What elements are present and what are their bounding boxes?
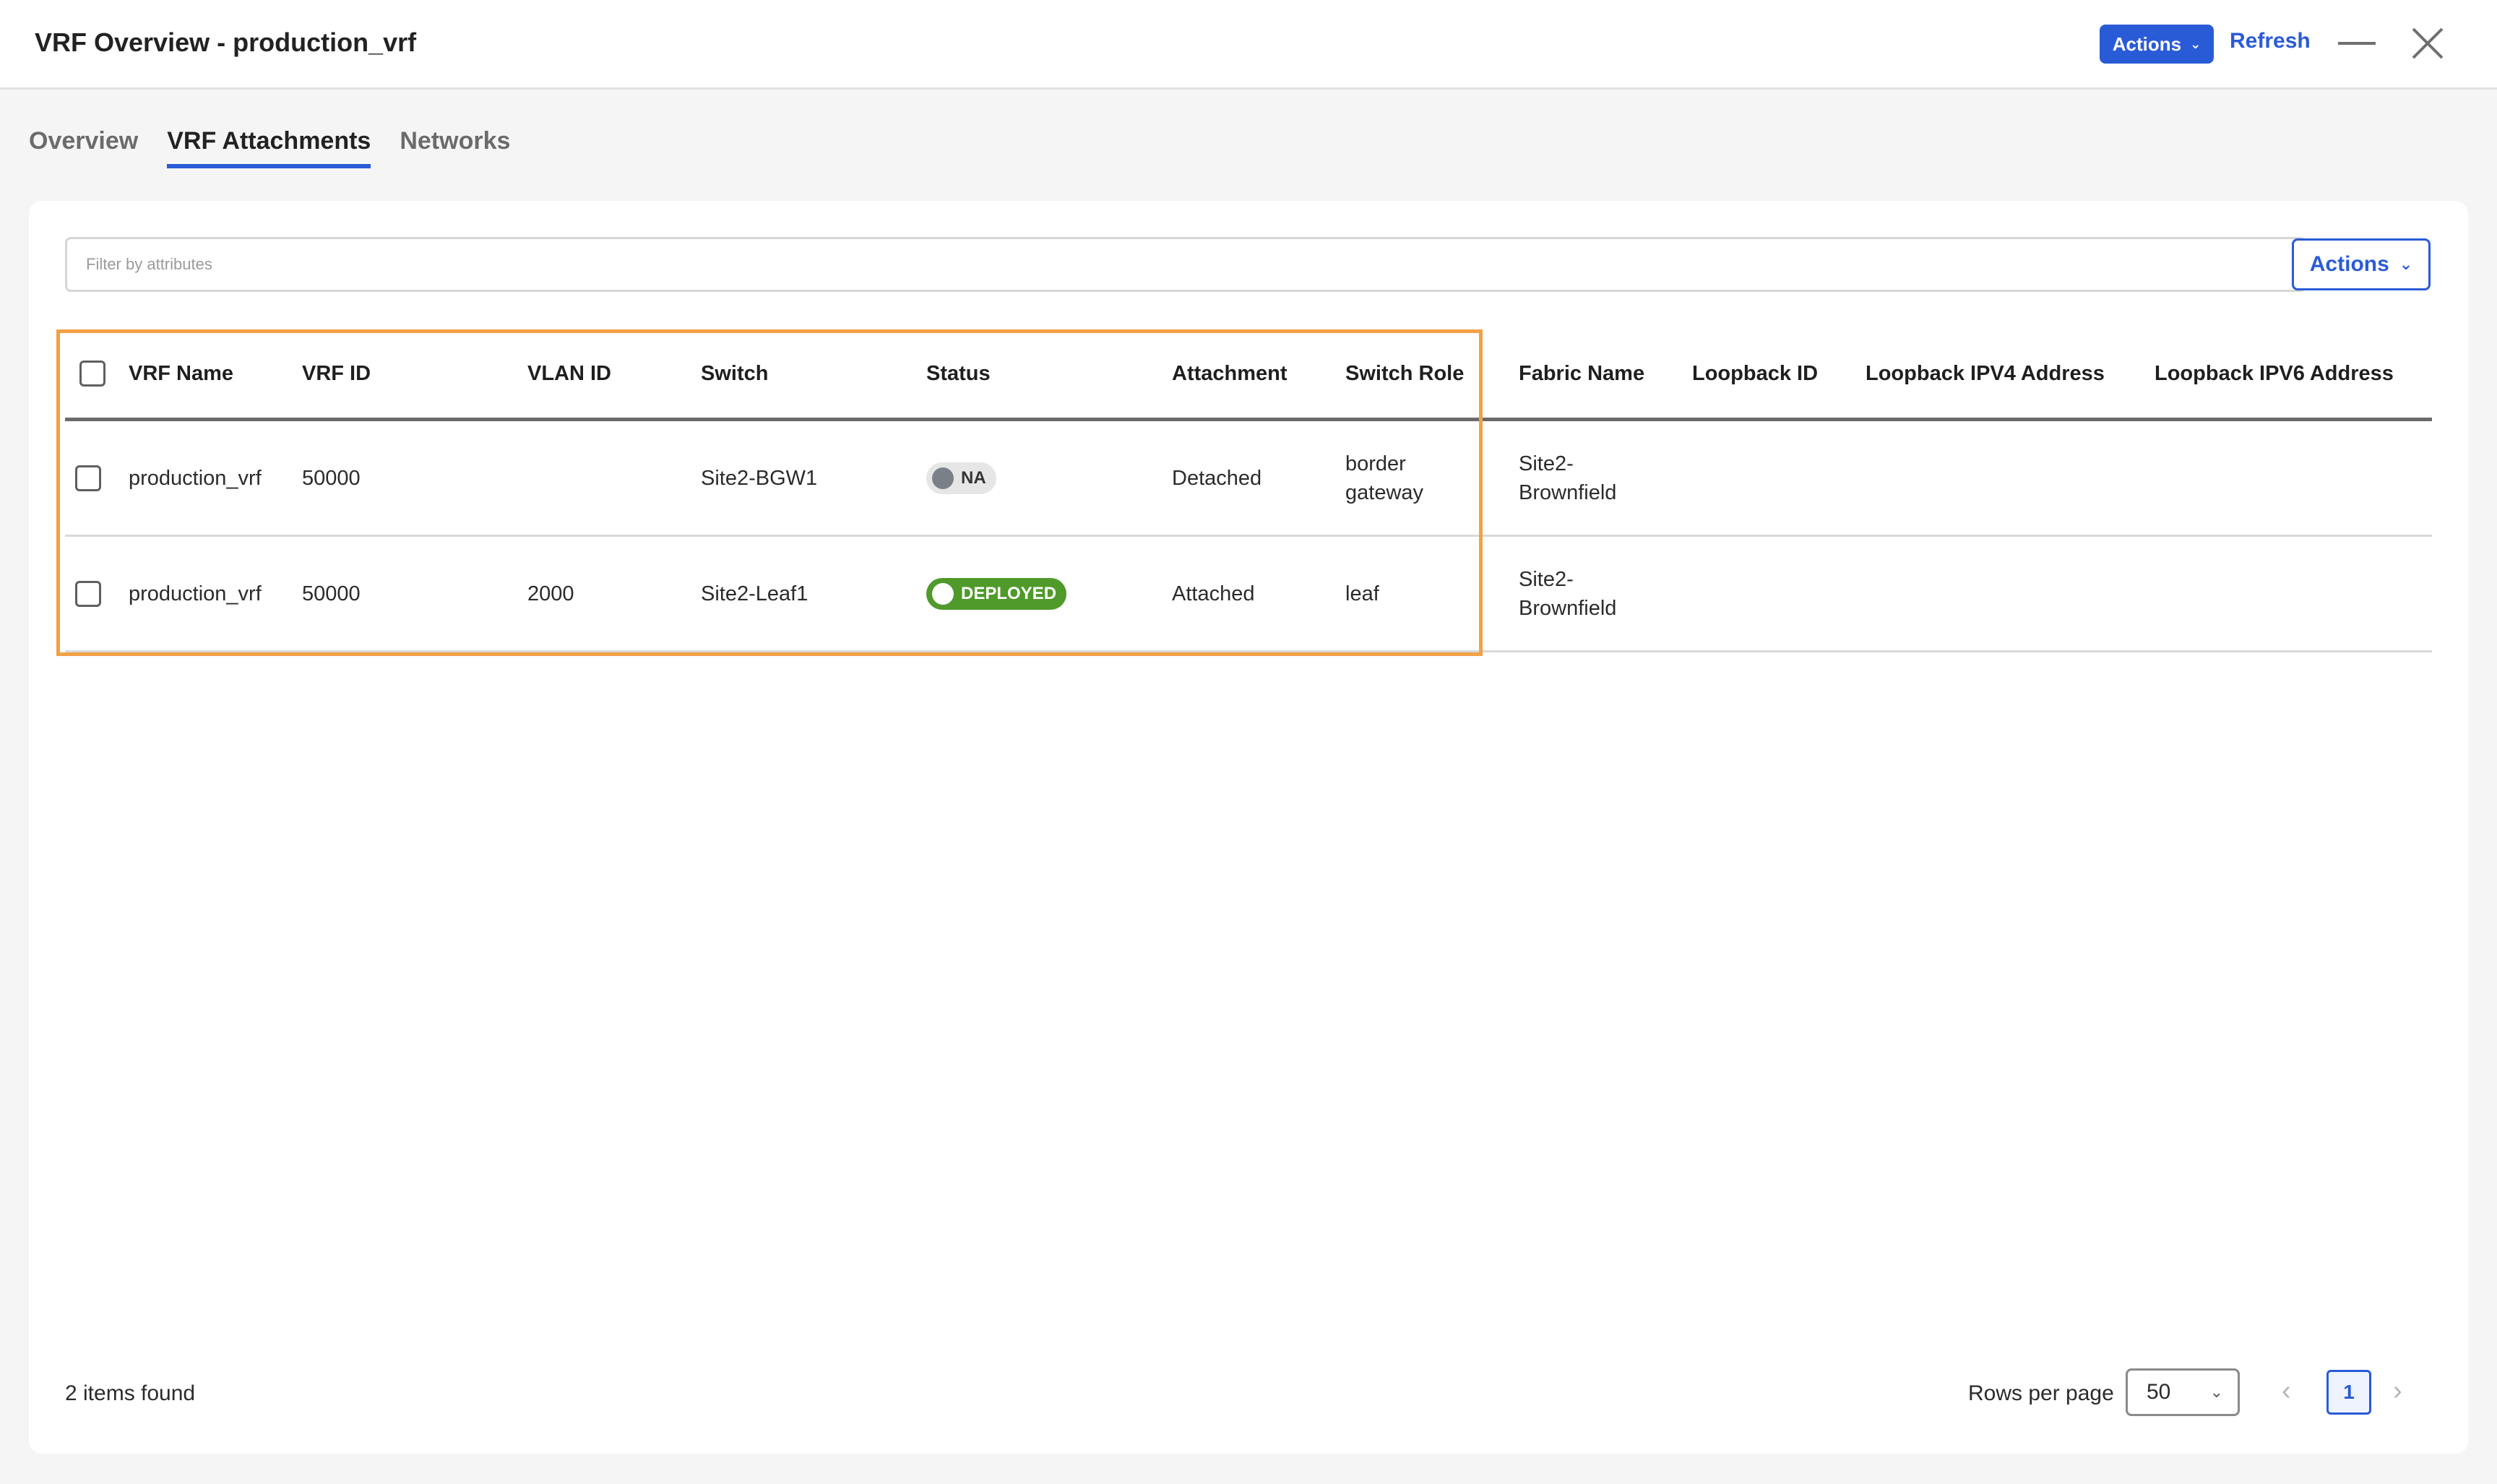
page-title: VRF Overview - production_vrf <box>35 27 417 57</box>
status-dot-icon <box>932 467 954 489</box>
close-icon[interactable] <box>2410 26 2445 61</box>
column-header[interactable]: VRF Name <box>129 329 233 418</box>
column-header[interactable]: Status <box>926 329 991 418</box>
attachment-cell: Attached <box>1172 582 1255 605</box>
vrf-id-cell: 50000 <box>302 582 361 605</box>
filter-input[interactable] <box>65 237 2306 292</box>
status-badge: DEPLOYED <box>926 577 1067 610</box>
column-header[interactable]: Fabric Name <box>1519 329 1644 418</box>
column-header[interactable]: Switch Role <box>1345 329 1464 418</box>
switch-cell: Site2-Leaf1 <box>701 582 808 605</box>
switch-role-cell: leaf <box>1345 582 1379 605</box>
vrf-id-cell: 50000 <box>302 466 361 490</box>
tab-networks[interactable]: Networks <box>400 127 510 168</box>
fabric-name-cell: Site2-Brownfield <box>1519 452 1617 504</box>
rows-per-page-value: 50 <box>2147 1380 2171 1404</box>
minimize-icon[interactable] <box>2338 42 2376 45</box>
select-all-checkbox[interactable] <box>79 361 105 387</box>
column-header[interactable]: Switch <box>701 329 768 418</box>
switch-cell: Site2-BGW1 <box>701 466 818 490</box>
row-checkbox[interactable] <box>75 580 101 607</box>
status-badge: NA <box>926 462 996 494</box>
items-found-text: 2 items found <box>65 1381 196 1405</box>
rows-per-page-label: Rows per page <box>1968 1381 2114 1405</box>
chevron-down-icon: ⌄ <box>2399 255 2413 273</box>
refresh-button[interactable]: Refresh <box>2230 29 2311 53</box>
column-header[interactable]: Loopback IPV4 Address <box>1866 329 2105 418</box>
row-select-cell <box>75 421 101 535</box>
table-actions-label: Actions <box>2309 252 2389 276</box>
switch-role-cell: border gateway <box>1345 452 1424 504</box>
column-header[interactable]: VLAN ID <box>527 329 611 418</box>
table-row[interactable]: production_vrf 50000 Site2-BGW1 NA Detac… <box>65 421 2432 537</box>
tab-vrf-attachments[interactable]: VRF Attachments <box>167 127 371 168</box>
vrf-name-cell: production_vrf <box>129 466 262 490</box>
dialog-header: VRF Overview - production_vrf Actions ⌄ … <box>0 0 2497 90</box>
vlan-id-cell: 2000 <box>527 582 574 605</box>
status-badge-label: DEPLOYED <box>961 583 1057 603</box>
attachments-card: Actions ⌄ VRF Name VRF ID VLAN ID Switch… <box>29 201 2468 1454</box>
table-actions-button[interactable]: Actions ⌄ <box>2292 238 2431 290</box>
column-header[interactable]: Attachment <box>1172 329 1288 418</box>
chevron-right-icon[interactable]: › <box>2393 1376 2402 1407</box>
page-number-button[interactable]: 1 <box>2326 1370 2371 1415</box>
vrf-name-cell: production_vrf <box>129 582 262 605</box>
chevron-down-icon: ⌄ <box>2209 1383 2223 1401</box>
table-row[interactable]: production_vrf 50000 2000 Site2-Leaf1 DE… <box>65 537 2432 652</box>
rows-per-page-select[interactable]: 50 ⌄ <box>2126 1368 2240 1416</box>
tab-overview[interactable]: Overview <box>29 127 138 168</box>
status-badge-label: NA <box>961 467 986 488</box>
status-cell: NA <box>926 421 996 535</box>
header-actions-label: Actions <box>2112 33 2182 55</box>
row-select-cell <box>75 537 101 650</box>
header-actions-button[interactable]: Actions ⌄ <box>2100 25 2214 64</box>
row-checkbox[interactable] <box>75 465 101 491</box>
column-header[interactable]: VRF ID <box>302 329 371 418</box>
table-header-row: VRF Name VRF ID VLAN ID Switch Status At… <box>65 329 2432 421</box>
fabric-name-cell: Site2-Brownfield <box>1519 567 1617 620</box>
column-header[interactable]: Loopback ID <box>1692 329 1818 418</box>
chevron-left-icon[interactable]: ‹ <box>2282 1376 2291 1407</box>
select-all-cell <box>79 329 105 418</box>
attachments-table: VRF Name VRF ID VLAN ID Switch Status At… <box>65 329 2432 652</box>
tab-bar: Overview VRF Attachments Networks <box>29 127 510 168</box>
status-dot-icon <box>932 582 954 605</box>
chevron-down-icon: ⌄ <box>2190 36 2201 51</box>
attachment-cell: Detached <box>1172 466 1262 490</box>
status-cell: DEPLOYED <box>926 537 1067 650</box>
column-header[interactable]: Loopback IPV6 Address <box>2155 329 2394 418</box>
